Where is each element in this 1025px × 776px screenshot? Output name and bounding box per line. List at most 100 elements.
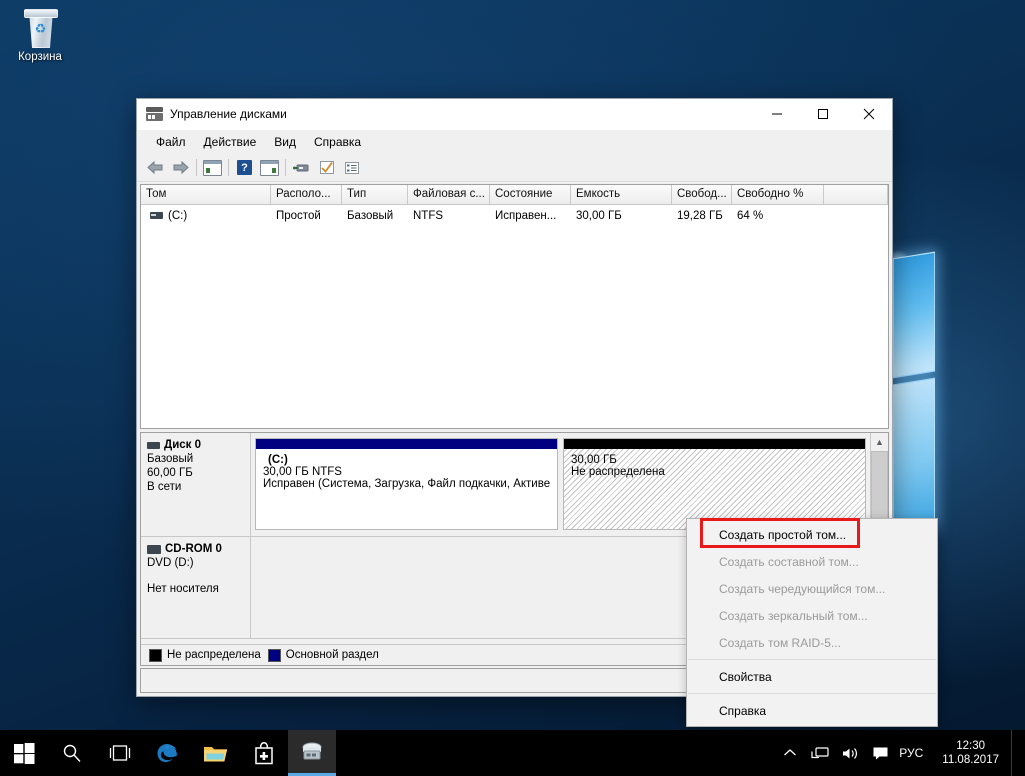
help-icon: ? <box>237 160 252 175</box>
partition-unallocated-status: Не распределена <box>571 466 865 478</box>
disk-management-icon <box>146 107 163 121</box>
disk0-status: В сети <box>147 481 250 493</box>
clock-time: 12:30 <box>942 739 999 753</box>
volume-icon[interactable] <box>835 730 865 776</box>
list-view-button[interactable] <box>339 156 364 179</box>
table-row[interactable]: (C:) Простой Базовый NTFS Исправен... 30… <box>141 205 888 226</box>
close-button[interactable] <box>846 99 892 129</box>
column-header-filesystem[interactable]: Файловая с... <box>408 185 490 204</box>
show-hidden-icons-button[interactable] <box>775 730 805 776</box>
window-titlebar[interactable]: Управление дисками <box>137 99 892 130</box>
forward-button[interactable] <box>168 156 193 179</box>
cell-free-percent: 64 % <box>732 210 824 222</box>
volume-list-header: Том Располо... Тип Файловая с... Состоян… <box>141 185 888 205</box>
disk0-info[interactable]: Диск 0 Базовый 60,00 ГБ В сети <box>141 433 251 536</box>
menu-help[interactable]: Справка <box>305 132 370 152</box>
disk-icon <box>147 442 160 449</box>
column-header-free-percent[interactable]: Свободно % <box>732 185 824 204</box>
rescan-disks-button[interactable] <box>289 156 314 179</box>
show-action-pane-button[interactable] <box>257 156 282 179</box>
context-menu-item-create-striped-volume: Создать чередующийся том... <box>687 575 937 602</box>
column-header-status[interactable]: Состояние <box>490 185 571 204</box>
search-button[interactable] <box>48 730 96 776</box>
taskbar-disk-management-button[interactable] <box>288 730 336 776</box>
partition-c-status: Исправен (Система, Загрузка, Файл подкач… <box>263 478 557 490</box>
context-menu-item-create-spanned-volume: Создать составной том... <box>687 548 937 575</box>
recycle-bin-icon: ♻ <box>20 8 60 48</box>
edge-browser-button[interactable] <box>144 730 192 776</box>
cell-filesystem: NTFS <box>408 210 490 222</box>
system-tray: РУС 12:30 11.08.2017 <box>775 730 1025 776</box>
toolbar: ? <box>137 154 892 182</box>
cdrom0-info[interactable]: CD-ROM 0 DVD (D:) Нет носителя <box>141 537 251 638</box>
context-menu-separator <box>688 693 936 694</box>
cdrom0-type: DVD (D:) <box>147 557 250 569</box>
context-menu-item-properties[interactable]: Свойства <box>687 663 937 690</box>
column-header-layout[interactable]: Располо... <box>271 185 342 204</box>
cell-type: Базовый <box>342 210 408 222</box>
show-hide-console-tree-icon <box>203 160 222 176</box>
disk0-title: Диск 0 <box>147 439 250 451</box>
partition-c-size: 30,00 ГБ NTFS <box>263 466 557 478</box>
task-view-button[interactable] <box>96 730 144 776</box>
partition-c[interactable]: (C:) 30,00 ГБ NTFS Исправен (Система, За… <box>255 438 558 530</box>
partition-c-color-bar <box>256 439 557 449</box>
partition-unallocated[interactable]: 30,00 ГБ Не распределена <box>563 438 866 530</box>
partition-unallocated-details: 30,00 ГБ Не распределена <box>564 449 865 529</box>
cell-free: 19,28 ГБ <box>672 210 732 222</box>
help-button[interactable]: ? <box>232 156 257 179</box>
microsoft-store-button[interactable] <box>240 730 288 776</box>
context-menu-item-create-mirrored-volume: Создать зеркальный том... <box>687 602 937 629</box>
language-indicator[interactable]: РУС <box>895 746 933 760</box>
partition-unallocated-color-bar <box>564 439 865 449</box>
properties-button[interactable] <box>314 156 339 179</box>
column-header-volume[interactable]: Том <box>141 185 271 204</box>
column-header-spacer[interactable] <box>824 185 888 204</box>
back-button[interactable] <box>143 156 168 179</box>
cdrom0-title: CD-ROM 0 <box>147 543 250 555</box>
context-menu: Создать простой том... Создать составной… <box>686 518 938 727</box>
legend-swatch-unallocated <box>149 649 162 662</box>
file-explorer-button[interactable] <box>192 730 240 776</box>
menu-view[interactable]: Вид <box>265 132 305 152</box>
scroll-up-icon[interactable]: ▲ <box>871 433 888 450</box>
show-desktop-button[interactable] <box>1011 730 1021 776</box>
show-action-pane-icon <box>260 160 279 176</box>
clock-date: 11.08.2017 <box>942 753 999 767</box>
start-button[interactable] <box>0 730 48 776</box>
legend-primary: Основной раздел <box>268 649 379 662</box>
column-header-type[interactable]: Тип <box>342 185 408 204</box>
disk0-type: Базовый <box>147 453 250 465</box>
menu-file[interactable]: Файл <box>147 132 195 152</box>
partition-unallocated-size: 30,00 ГБ <box>571 454 865 466</box>
taskbar: РУС 12:30 11.08.2017 <box>0 730 1025 776</box>
menu-bar: Файл Действие Вид Справка <box>137 130 892 154</box>
wallpaper-windows-logo <box>893 252 935 549</box>
window-title: Управление дисками <box>170 107 754 121</box>
desktop-icon-recycle-bin[interactable]: ♻ Корзина <box>8 8 72 63</box>
volume-drive-icon <box>150 212 163 219</box>
cell-volume: (C:) <box>168 210 187 222</box>
volume-list: Том Располо... Тип Файловая с... Состоян… <box>140 184 889 429</box>
column-header-free[interactable]: Свобод... <box>672 185 732 204</box>
context-menu-separator <box>688 659 936 660</box>
minimize-button[interactable] <box>754 99 800 129</box>
network-icon[interactable] <box>805 730 835 776</box>
cell-capacity: 30,00 ГБ <box>571 210 672 222</box>
legend-unallocated: Не распределена <box>149 649 261 662</box>
legend-swatch-primary <box>268 649 281 662</box>
partition-c-details: (C:) 30,00 ГБ NTFS Исправен (Система, За… <box>256 449 557 529</box>
partition-c-label: (C:) <box>263 454 557 466</box>
context-menu-item-help[interactable]: Справка <box>687 697 937 724</box>
context-menu-item-create-raid5-volume: Создать том RAID-5... <box>687 629 937 656</box>
cdrom-icon <box>147 545 161 554</box>
show-hide-console-tree-button[interactable] <box>200 156 225 179</box>
column-header-capacity[interactable]: Емкость <box>571 185 672 204</box>
cell-status: Исправен... <box>490 210 571 222</box>
menu-action[interactable]: Действие <box>195 132 266 152</box>
action-center-icon[interactable] <box>865 730 895 776</box>
context-menu-item-create-simple-volume[interactable]: Создать простой том... <box>687 521 937 548</box>
disk0-size: 60,00 ГБ <box>147 467 250 479</box>
clock[interactable]: 12:30 11.08.2017 <box>933 739 1008 767</box>
maximize-button[interactable] <box>800 99 846 129</box>
